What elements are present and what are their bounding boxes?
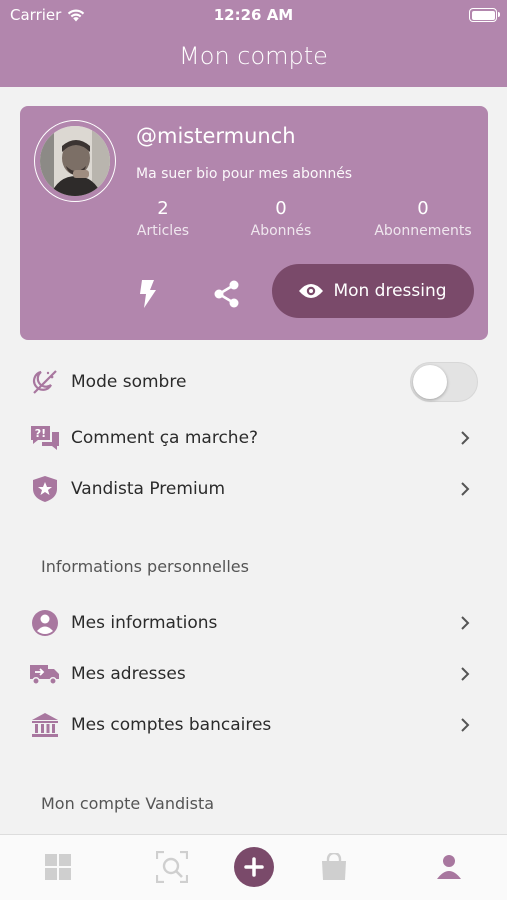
delivery-truck-icon [30, 659, 60, 689]
tab-search[interactable] [147, 843, 197, 891]
stat-articles[interactable]: 2 Articles [103, 198, 223, 239]
stat-label: Articles [136, 223, 190, 239]
stat-value: 0 [417, 198, 429, 219]
tab-home[interactable] [33, 843, 83, 891]
tab-add[interactable] [229, 843, 279, 891]
how-it-works-label: Comment ça marche? [71, 428, 259, 448]
bank-accounts-row[interactable]: Mes comptes bancaires [0, 700, 507, 750]
help-chat-icon: ?! [30, 423, 60, 453]
my-addresses-label: Mes adresses [71, 664, 186, 684]
avatar-photo [40, 126, 110, 196]
profile-card: @mistermunch Ma suer bio pour mes abonné… [20, 106, 488, 340]
dressing-button-label: Mon dressing [333, 281, 447, 301]
battery-icon [469, 8, 500, 22]
bio: Ma suer bio pour mes abonnés [136, 166, 353, 182]
add-icon [234, 847, 274, 887]
stat-value: 2 [157, 198, 169, 219]
status-bar: Carrier 12:26 AM [0, 0, 507, 32]
chevron-right-icon [458, 482, 472, 496]
stat-value: 0 [275, 198, 287, 219]
my-info-label: Mes informations [71, 613, 218, 633]
chevron-right-icon [458, 667, 472, 681]
avatar[interactable] [34, 120, 116, 202]
my-addresses-row[interactable]: Mes adresses [0, 649, 507, 699]
dark-mode-label: Mode sombre [71, 372, 187, 392]
username: @mistermunch [136, 124, 296, 148]
search-icon [156, 851, 188, 883]
section-title-personal: Informations personnelles [41, 557, 249, 576]
page-title: Mon compte [179, 42, 328, 70]
dark-mode-toggle[interactable] [410, 362, 478, 402]
how-it-works-row[interactable]: ?! Comment ça marche? [0, 413, 507, 463]
chevron-right-icon [458, 431, 472, 445]
user-circle-icon [30, 608, 60, 638]
chevron-right-icon [458, 718, 472, 732]
section-title-account: Mon compte Vandista [41, 794, 215, 813]
boost-button[interactable] [128, 274, 168, 314]
eye-icon [299, 284, 324, 298]
stat-label: Abonnés [250, 223, 312, 239]
tab-bar [0, 834, 507, 900]
premium-label: Vandista Premium [71, 479, 226, 499]
share-button[interactable] [207, 274, 247, 314]
lightning-icon [140, 280, 156, 308]
svg-text:?!: ?! [35, 427, 46, 440]
dark-mode-row: Mode sombre [0, 357, 507, 407]
dark-mode-icon [30, 367, 60, 397]
bank-icon [30, 710, 60, 740]
tab-profile[interactable] [424, 843, 474, 891]
my-info-row[interactable]: Mes informations [0, 598, 507, 648]
premium-row[interactable]: Vandista Premium [0, 464, 507, 514]
chevron-right-icon [458, 616, 472, 630]
profile-icon [437, 855, 461, 879]
share-icon [214, 280, 239, 308]
stat-label: Abonnements [374, 223, 472, 239]
bank-accounts-label: Mes comptes bancaires [71, 715, 272, 735]
tab-bag[interactable] [309, 843, 359, 891]
stat-following[interactable]: 0 Abonnements [363, 198, 483, 239]
premium-badge-icon [30, 474, 60, 504]
grid-icon [45, 854, 71, 880]
dressing-button[interactable]: Mon dressing [272, 264, 474, 318]
bag-icon [322, 853, 346, 880]
header: Carrier 12:26 AM Mon compte [0, 0, 507, 87]
clock: 12:26 AM [213, 6, 294, 24]
stat-followers[interactable]: 0 Abonnés [221, 198, 341, 239]
